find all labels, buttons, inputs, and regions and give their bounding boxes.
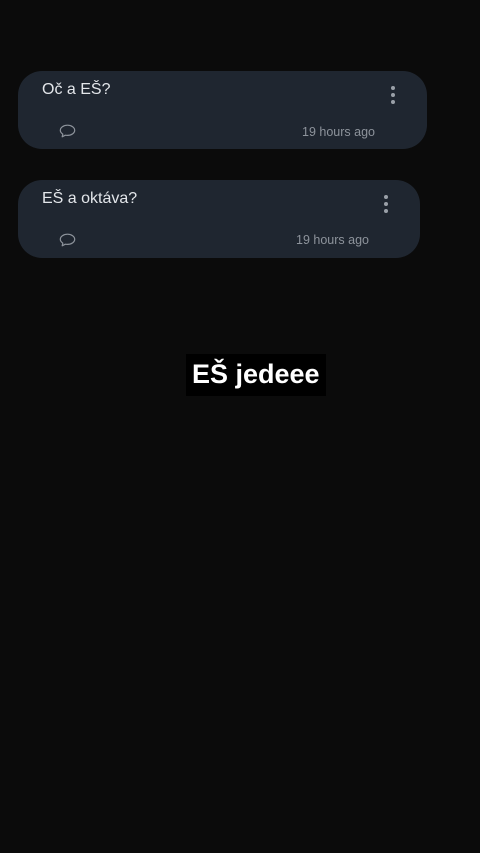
post-title: EŠ a oktáva? [42, 190, 138, 207]
post-timestamp: 19 hours ago [296, 233, 369, 247]
video-caption: EŠ jedeee [186, 354, 326, 396]
post-card[interactable]: EŠ a oktáva? 19 hours ago [18, 180, 420, 258]
post-timestamp: 19 hours ago [302, 125, 375, 139]
screen: Oč a EŠ? 19 hours ago EŠ a oktáva? 19 ho… [0, 0, 480, 853]
dot [384, 202, 388, 206]
dot [391, 86, 395, 90]
post-card[interactable]: Oč a EŠ? 19 hours ago [18, 71, 427, 149]
post-title: Oč a EŠ? [42, 81, 111, 98]
more-vertical-icon[interactable] [383, 83, 403, 107]
more-vertical-icon[interactable] [376, 192, 396, 216]
dot [391, 100, 395, 104]
comment-bubble-icon[interactable] [59, 124, 76, 138]
comment-bubble-icon[interactable] [59, 233, 76, 247]
dot [391, 93, 395, 97]
dot [384, 209, 388, 213]
dot [384, 195, 388, 199]
